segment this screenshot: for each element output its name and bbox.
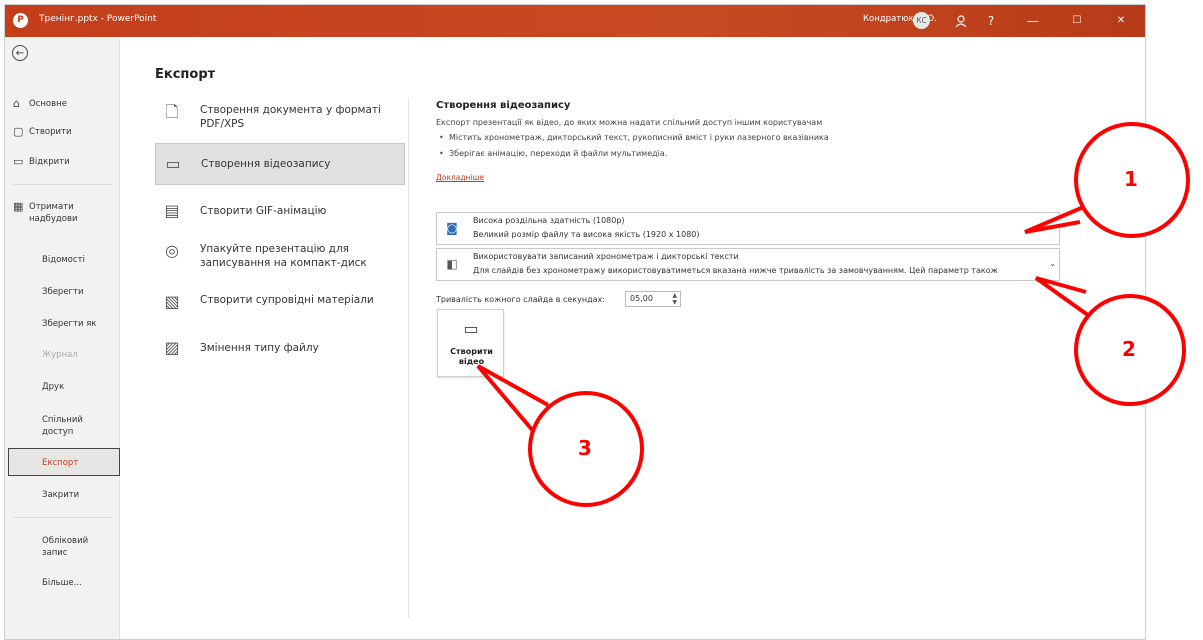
addins-icon: ▦ — [13, 200, 24, 213]
list-item: • Містить хронометраж, дикторський текст,… — [439, 133, 829, 142]
spin-arrows-icon[interactable]: ▲ ▼ — [672, 292, 677, 306]
handouts-icon: ▧ — [164, 292, 180, 311]
cd-icon: ◎ — [165, 241, 179, 260]
video-description: Експорт презентації як відео, до яких мо… — [436, 118, 823, 127]
close-button[interactable]: ✕ — [1111, 11, 1131, 31]
back-arrow-icon[interactable]: ← — [12, 45, 28, 61]
video-section-title: Створення відеозапису — [436, 100, 571, 111]
coauthoring-icon[interactable] — [951, 11, 971, 31]
window-title: Тренінг.pptx - PowerPoint — [39, 14, 157, 24]
new-file-icon: ▢ — [13, 125, 24, 138]
export-option-handouts[interactable]: ▧ Створити супровідні матеріали — [155, 291, 405, 325]
timing-dropdown[interactable]: ◧ Використовувати записаний хронометраж … — [436, 248, 1060, 281]
home-icon: ⌂ — [13, 97, 20, 110]
sidebar-divider — [13, 517, 113, 518]
list-item: • Зберігає анімацію, переходи й файли мул… — [439, 149, 668, 158]
pdf-document-icon: 🗋 — [165, 102, 179, 121]
change-file-type-icon: ▨ — [164, 338, 180, 357]
backstage-sidebar: ← ⌂ Основне ▢ Створити ▭ Відкрити ▦ Отри… — [5, 37, 120, 639]
video-icon: ▭ — [165, 154, 181, 173]
sidebar-item-export[interactable]: Експорт — [8, 448, 120, 476]
duration-label: Тривалість кожного слайда в секундах: — [436, 295, 605, 304]
sidebar-item-share[interactable]: Спільний доступ — [5, 414, 120, 438]
callout-number-3: 3 — [578, 436, 592, 460]
powerpoint-window: P Тренінг.pptx - PowerPoint Кондратюк С.… — [4, 4, 1146, 640]
folder-icon: ▭ — [13, 155, 24, 168]
title-bar: P Тренінг.pptx - PowerPoint Кондратюк С.… — [5, 5, 1145, 37]
resolution-monitor-icon: ◙ — [446, 221, 458, 235]
sidebar-item-addins[interactable]: ▦ Отримати надбудови — [5, 201, 120, 225]
page-title: Експорт — [155, 67, 216, 82]
avatar[interactable]: КС — [913, 12, 930, 29]
chevron-down-icon: ⌄ — [1049, 259, 1056, 268]
learn-more-link[interactable]: Докладніше — [436, 173, 484, 182]
help-button[interactable]: ? — [981, 11, 1001, 31]
quality-dropdown[interactable]: ◙ Висока роздільна здатність (1080p) Вел… — [436, 212, 1060, 245]
export-option-pdf-xps[interactable]: 🗋 Створення документа у форматі PDF/XPS — [155, 101, 405, 135]
panel-divider — [408, 98, 409, 618]
sidebar-divider — [13, 184, 113, 185]
video-icon: ▭ — [463, 319, 479, 338]
export-option-gif[interactable]: ▤ Створити GIF-анімацію — [155, 200, 405, 224]
export-option-package-cd[interactable]: ◎ Упакуйте презентацію для записування н… — [155, 240, 405, 274]
export-option-change-file-type[interactable]: ▨ Змінення типу файлу — [155, 337, 405, 363]
gif-icon: ▤ — [164, 201, 180, 220]
export-option-video[interactable]: ▭ Створення відеозапису — [155, 143, 405, 185]
minimize-button[interactable]: — — [1023, 11, 1043, 31]
narration-speaker-icon: ◧ — [446, 257, 458, 271]
sidebar-item-account[interactable]: Обліковий запис — [5, 535, 120, 559]
callout-number-1: 1 — [1124, 167, 1138, 191]
powerpoint-logo-icon: P — [13, 13, 28, 28]
callout-number-2: 2 — [1122, 337, 1136, 361]
maximize-button[interactable]: ☐ — [1067, 11, 1087, 31]
duration-stepper[interactable]: 05,00 ▲ ▼ — [625, 291, 681, 307]
create-video-button[interactable]: ▭ Створити відео — [437, 309, 504, 377]
